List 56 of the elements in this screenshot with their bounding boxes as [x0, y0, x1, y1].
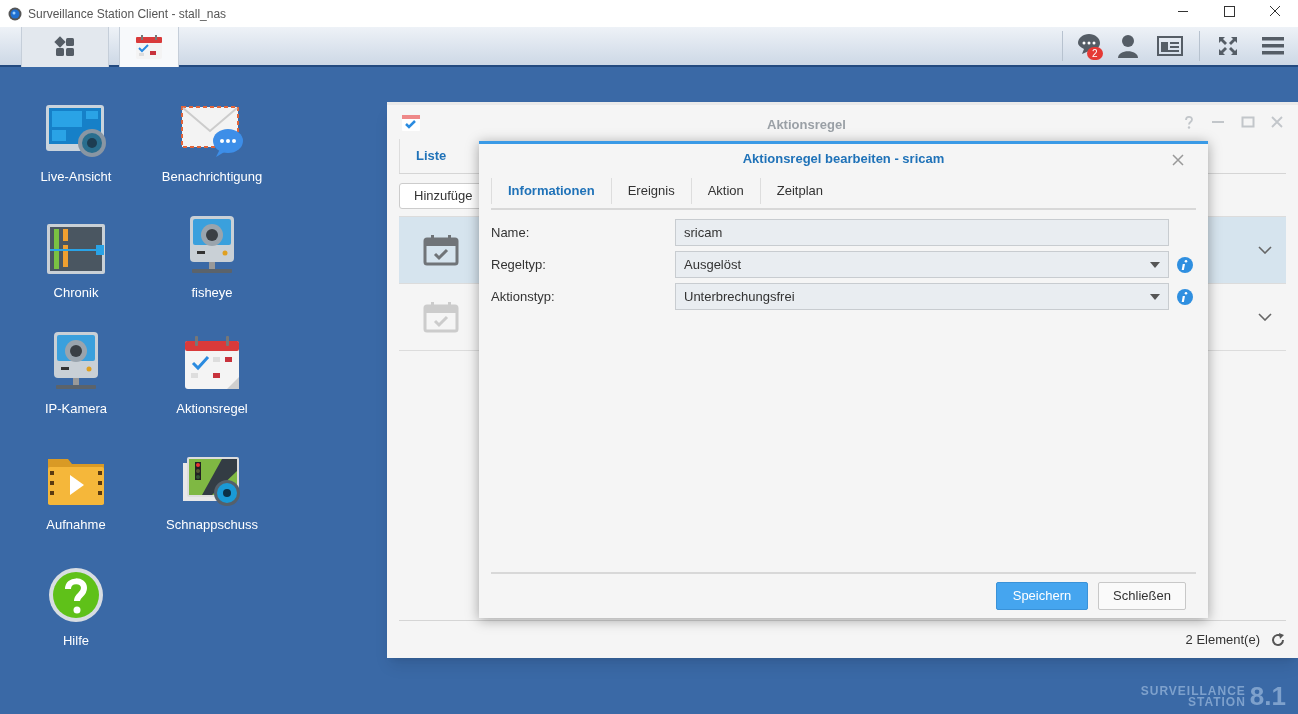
calendar-icon — [401, 112, 421, 132]
tab[interactable]: Zeitplan — [759, 178, 840, 204]
user-icon[interactable] — [1117, 34, 1139, 58]
photo-aperture-icon — [182, 455, 242, 507]
desktop-icon-label[interactable]: Benachrichtigung — [161, 167, 263, 187]
taskbar-app-button[interactable] — [119, 27, 179, 67]
tab[interactable]: Aktion — [690, 178, 760, 204]
calendar-check-icon — [423, 234, 459, 266]
calendar-icon — [183, 335, 241, 391]
calendar-icon — [135, 34, 163, 60]
desktop-icon-label[interactable]: Hilfe — [63, 631, 89, 651]
grid-icon — [54, 36, 76, 58]
field-label: Aktionstyp: — [491, 287, 556, 306]
menu-icon[interactable] — [1262, 37, 1284, 55]
tab[interactable]: Informationen — [491, 178, 611, 204]
close-button[interactable]: Schließen — [1098, 582, 1186, 610]
info-icon[interactable] — [1177, 256, 1193, 273]
tab[interactable]: Liste — [399, 139, 463, 173]
input-field[interactable]: sricam — [675, 219, 1169, 246]
desktop-icon-label[interactable]: Live-Ansicht — [40, 167, 112, 187]
timeline-icon — [46, 223, 106, 275]
refresh-icon[interactable] — [1270, 631, 1286, 648]
field-label: Name: — [491, 223, 531, 242]
fullscreen-icon[interactable] — [1218, 36, 1238, 56]
dropdown-arrow-icon — [1150, 293, 1160, 300]
monitor-camera-icon — [44, 103, 108, 159]
dropdown-arrow-icon — [1150, 261, 1160, 268]
version-text: 8.1 — [1249, 684, 1286, 708]
brand-logo-text: STATION — [1187, 697, 1246, 708]
webcam-icon — [52, 331, 100, 391]
window-title: Surveillance Station Client - stall_nas — [28, 5, 227, 23]
desktop-icon-label[interactable]: Aktionsregel — [176, 399, 248, 419]
desktop-icon-label[interactable]: Schnappschuss — [166, 515, 258, 535]
chevron-down-icon[interactable] — [1258, 246, 1272, 254]
info-icon[interactable] — [1177, 288, 1193, 305]
tab[interactable]: Ereignis — [610, 178, 691, 204]
dialog-title: Aktionsregel bearbeiten - sricam — [742, 150, 945, 169]
item-count: 2 Element(e) — [1185, 630, 1260, 649]
window-title: Aktionsregel — [767, 116, 846, 134]
brand-logo-text: SURVEILLANCE — [1140, 686, 1246, 697]
close-icon[interactable] — [1172, 154, 1184, 166]
dropdown-field[interactable]: Unterbrechungsfrei — [675, 283, 1169, 310]
field-label: Regeltyp: — [491, 255, 547, 274]
envelope-chat-icon — [180, 103, 244, 159]
desktop-icon-label[interactable]: IP-Kamera — [44, 399, 108, 419]
app-logo-icon — [8, 6, 22, 21]
id-card-icon[interactable] — [1157, 36, 1183, 56]
help-icon — [48, 567, 104, 623]
calendar-check-icon — [423, 301, 459, 333]
webcam-icon — [188, 215, 236, 275]
desktop-icon-label[interactable]: fisheye — [191, 283, 233, 303]
notification-badge: 2 — [1087, 47, 1103, 60]
dropdown-field[interactable]: Ausgelöst — [675, 251, 1169, 278]
desktop-icon-label[interactable]: Aufnahme — [46, 515, 106, 535]
desktop-icon-label[interactable]: Chronik — [53, 283, 99, 303]
taskbar-app-button[interactable] — [21, 27, 109, 67]
